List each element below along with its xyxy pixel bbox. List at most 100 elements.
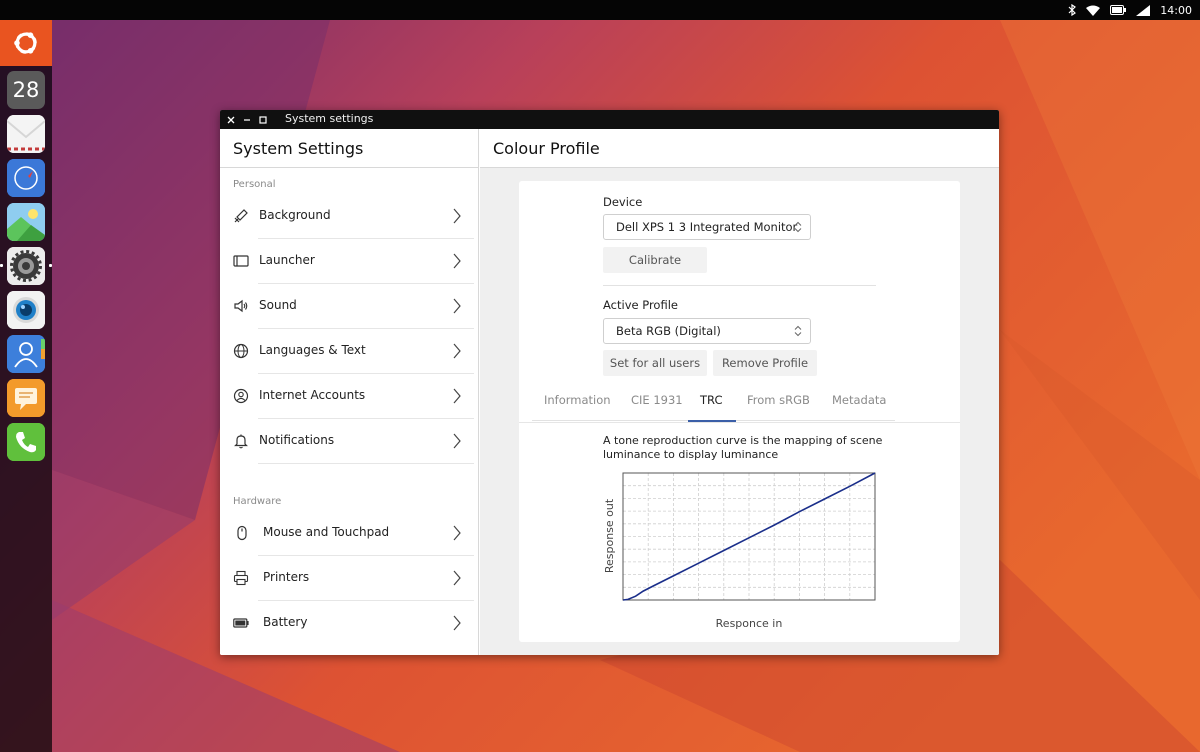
- device-label: Device: [603, 195, 643, 209]
- up-down-arrows-icon: [794, 325, 802, 337]
- launcher-item-ubuntu-home[interactable]: [0, 20, 52, 66]
- tab-trc[interactable]: TRC: [700, 393, 722, 421]
- device-select-value: Dell XPS 1 3 Integrated Monitor: [616, 220, 798, 234]
- trc-description: A tone reproduction curve is the mapping…: [603, 434, 883, 461]
- chevron-right-icon: [453, 343, 461, 359]
- window-title: System settings: [285, 112, 374, 125]
- chevron-right-icon: [453, 388, 461, 404]
- phone-icon: [7, 423, 45, 461]
- mail-icon: [7, 115, 45, 153]
- calibrate-button[interactable]: Calibrate: [603, 247, 707, 273]
- launcher-item-contacts[interactable]: [7, 335, 45, 373]
- active-profile-select-value: Beta RGB (Digital): [616, 324, 721, 338]
- sidebar-item-printers[interactable]: Printers: [220, 556, 479, 601]
- colour-profile-card: Device Dell XPS 1 3 Integrated Monitor C…: [519, 181, 960, 642]
- running-indicator-left: [0, 264, 3, 267]
- sidebar-title: System Settings: [233, 139, 364, 158]
- divider: [258, 463, 474, 464]
- contacts-icon: [7, 335, 45, 373]
- launcher: 28: [0, 20, 52, 752]
- divider: [519, 422, 960, 423]
- sidebar-item-label: Internet Accounts: [259, 388, 366, 402]
- tab-from-srgb[interactable]: From sRGB: [747, 393, 810, 421]
- sidebar-item-label: Sound: [259, 298, 297, 312]
- remove-profile-button[interactable]: Remove Profile: [713, 350, 817, 376]
- launcher-item-messaging[interactable]: [7, 379, 45, 417]
- battery-icon[interactable]: [1110, 5, 1127, 15]
- compass-icon: [7, 159, 45, 197]
- close-icon: [227, 116, 235, 123]
- sidebar-item-notifications[interactable]: Notifications: [220, 419, 479, 464]
- sidebar-item-sound[interactable]: Sound: [220, 284, 479, 329]
- speaker-icon: [234, 299, 248, 313]
- volume-icon[interactable]: [1136, 4, 1151, 16]
- sidebar-item-internet-accounts[interactable]: Internet Accounts: [220, 374, 479, 419]
- minimize-icon: [244, 118, 250, 121]
- page-title: Colour Profile: [493, 139, 600, 158]
- section-label-hardware: Hardware: [233, 496, 282, 507]
- chart-ylabel: Response out: [603, 498, 616, 573]
- chevron-right-icon: [453, 570, 461, 586]
- launcher-item-calendar[interactable]: 28: [7, 71, 45, 109]
- launcher-item-gallery[interactable]: [7, 203, 45, 241]
- set-for-all-users-button[interactable]: Set for all users: [603, 350, 707, 376]
- sidebar-item-label: Background: [259, 208, 331, 222]
- tab-information[interactable]: Information: [544, 393, 611, 421]
- ubuntu-logo-icon: [11, 28, 41, 58]
- calendar-icon: 28: [12, 78, 40, 102]
- active-profile-select[interactable]: Beta RGB (Digital): [603, 318, 811, 344]
- clock[interactable]: 14:00: [1160, 4, 1192, 17]
- sidebar-item-mouse-touchpad[interactable]: Mouse and Touchpad: [220, 511, 479, 556]
- settings-sidebar: System Settings Personal Background Laun…: [220, 129, 479, 655]
- trc-chart: Responce in Response out: [603, 472, 876, 630]
- wifi-icon[interactable]: [1086, 5, 1101, 16]
- sidebar-item-label: Languages & Text: [259, 343, 366, 357]
- panel-indicators: 14:00: [1068, 0, 1192, 20]
- divider: [603, 285, 876, 286]
- sidebar-item-label: Printers: [263, 570, 310, 584]
- sidebar-item-background[interactable]: Background: [220, 194, 479, 239]
- maximize-button[interactable]: [256, 110, 270, 129]
- tab-metadata[interactable]: Metadata: [832, 393, 886, 421]
- colour-profile-pane: Colour Profile Device Dell XPS 1 3 Integ…: [480, 129, 999, 655]
- sidebar-item-label: Launcher: [259, 253, 315, 267]
- globe-icon: [233, 343, 249, 359]
- bluetooth-icon[interactable]: [1068, 4, 1077, 16]
- launcher-item-browser[interactable]: [7, 159, 45, 197]
- gallery-icon: [7, 203, 45, 241]
- paint-brush-icon: [234, 209, 248, 223]
- launcher-icon: [233, 255, 249, 267]
- launcher-item-system-settings[interactable]: [7, 247, 45, 285]
- sidebar-item-label: Battery: [263, 615, 308, 629]
- launcher-item-mail[interactable]: [7, 115, 45, 153]
- chevron-right-icon: [453, 208, 461, 224]
- running-indicator-right: [49, 264, 52, 267]
- section-label-personal: Personal: [233, 179, 276, 190]
- chevron-right-icon: [453, 433, 461, 449]
- gear-icon: [7, 247, 45, 285]
- chart-xlabel: Responce in: [716, 617, 783, 630]
- system-settings-window: System settings System Settings Personal…: [220, 110, 999, 655]
- window-titlebar[interactable]: System settings: [220, 110, 999, 129]
- active-profile-label: Active Profile: [603, 298, 678, 312]
- mouse-icon: [237, 525, 247, 541]
- top-panel: 14:00: [0, 0, 1200, 20]
- battery-icon: [233, 618, 249, 628]
- sidebar-header: System Settings: [220, 129, 479, 168]
- up-down-arrows-icon: [794, 221, 802, 233]
- sidebar-item-battery[interactable]: Battery: [220, 601, 479, 646]
- printer-icon: [233, 570, 249, 586]
- maximize-icon: [259, 115, 267, 124]
- device-select[interactable]: Dell XPS 1 3 Integrated Monitor: [603, 214, 811, 240]
- minimize-button[interactable]: [240, 110, 254, 129]
- launcher-item-camera[interactable]: [7, 291, 45, 329]
- chevron-right-icon: [453, 253, 461, 269]
- tab-cie-1931[interactable]: CIE 1931: [631, 393, 683, 421]
- page-header: Colour Profile: [480, 129, 999, 168]
- sidebar-item-launcher[interactable]: Launcher: [220, 239, 479, 284]
- sidebar-item-languages-text[interactable]: Languages & Text: [220, 329, 479, 374]
- close-button[interactable]: [224, 110, 238, 129]
- message-icon: [7, 379, 45, 417]
- chevron-right-icon: [453, 298, 461, 314]
- launcher-item-phone[interactable]: [7, 423, 45, 461]
